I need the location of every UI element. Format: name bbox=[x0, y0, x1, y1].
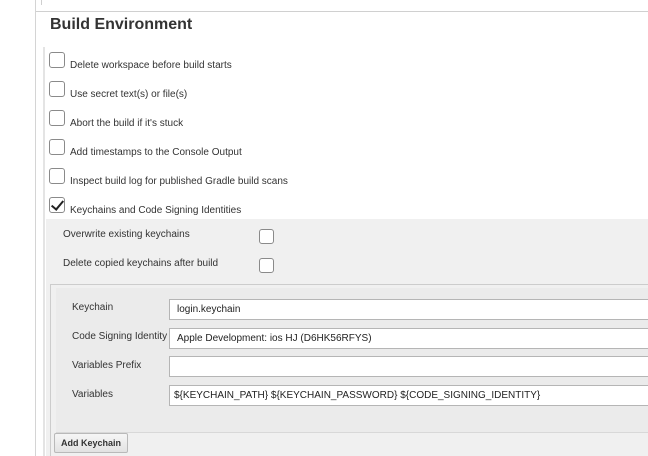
variables-prefix-field[interactable] bbox=[169, 356, 648, 377]
option-checkbox[interactable] bbox=[49, 139, 65, 155]
option-checkbox[interactable] bbox=[49, 52, 65, 68]
option-label: Delete workspace before build starts bbox=[70, 60, 232, 71]
page-left-border bbox=[35, 0, 36, 456]
variables-prefix-label: Variables Prefix bbox=[72, 360, 142, 371]
keychain-field[interactable]: login.keychain bbox=[169, 299, 648, 320]
delete-keychains-checkbox[interactable] bbox=[259, 258, 274, 273]
checkmark-icon[interactable] bbox=[49, 197, 65, 213]
overwrite-keychains-checkbox[interactable] bbox=[259, 229, 274, 244]
option-checkbox[interactable] bbox=[49, 168, 65, 184]
option-label: Inspect build log for published Gradle b… bbox=[70, 176, 288, 187]
overwrite-keychains-label: Overwrite existing keychains bbox=[63, 229, 190, 240]
section-indent-bar bbox=[43, 47, 45, 456]
option-label: Add timestamps to the Console Output bbox=[70, 147, 242, 158]
keychain-label: Keychain bbox=[72, 302, 114, 313]
option-checkbox[interactable] bbox=[49, 110, 65, 126]
top-divider-tick bbox=[41, 0, 42, 5]
code-signing-identity-label: Code Signing Identity bbox=[72, 331, 168, 342]
variables-label: Variables bbox=[72, 389, 113, 400]
option-label: Abort the build if it's stuck bbox=[70, 118, 184, 129]
variables-field[interactable]: ${KEYCHAIN_PATH} ${KEYCHAIN_PASSWORD} ${… bbox=[169, 385, 648, 406]
option-label: Keychains and Code Signing Identities bbox=[70, 205, 242, 216]
code-signing-identity-field[interactable]: Apple Development: ios HJ (D6HK56RFYS) bbox=[169, 328, 648, 349]
section-title: Build Environment bbox=[50, 16, 193, 33]
option-checkbox[interactable] bbox=[49, 81, 65, 97]
delete-keychains-label: Delete copied keychains after build bbox=[63, 258, 219, 269]
option-label: Use secret text(s) or file(s) bbox=[70, 89, 188, 100]
keychain-entry-divider bbox=[56, 432, 648, 433]
add-keychain-button[interactable]: Add Keychain bbox=[54, 433, 129, 453]
top-divider bbox=[36, 11, 648, 12]
